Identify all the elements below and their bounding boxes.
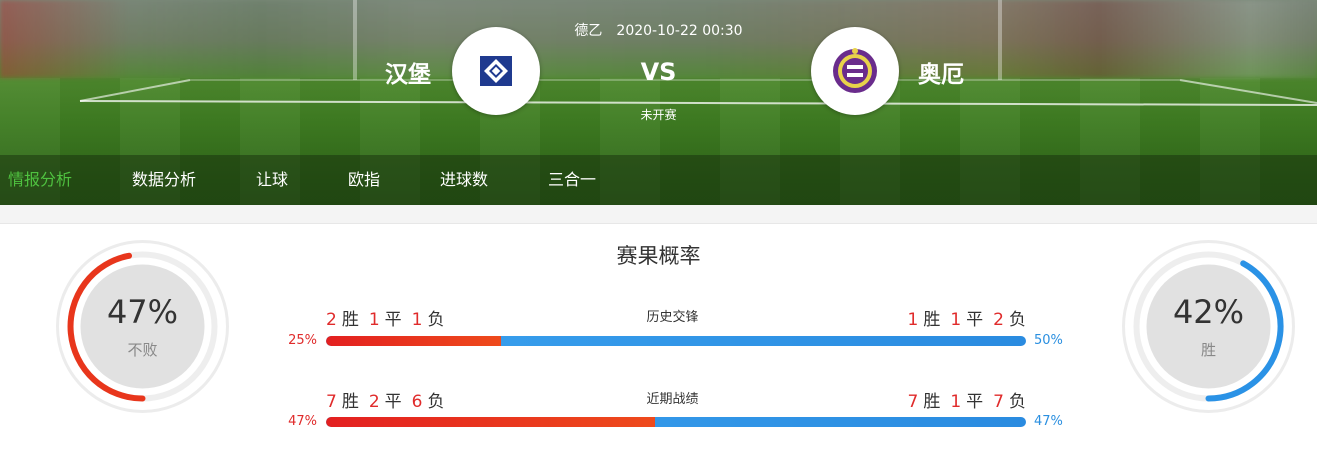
loss-word: 负	[427, 310, 445, 330]
home-gauge-label: 不败	[127, 341, 158, 359]
home-h2h-draws: 1	[368, 310, 380, 330]
loss-word: 负	[1009, 310, 1026, 330]
tab-three-in-one[interactable]: 三合一	[548, 155, 596, 205]
draw-word: 平	[966, 310, 984, 330]
home-h2h-losses: 1	[411, 310, 423, 330]
away-h2h-pct: 50%	[1034, 333, 1063, 348]
draw-word: 平	[384, 392, 402, 412]
home-h2h-record: 2胜1平1负	[326, 305, 444, 330]
home-probability-gauge: 47% 不败	[55, 239, 230, 414]
away-team-name[interactable]: 奥厄	[918, 55, 964, 89]
match-datetime: 2020-10-22 00:30	[616, 23, 743, 39]
away-recent-record: 7胜1平7负	[908, 387, 1026, 412]
away-team-logo[interactable]	[811, 27, 899, 115]
away-h2h-record: 1胜1平2负	[908, 305, 1026, 330]
away-gauge-value: 42%	[1172, 293, 1245, 331]
tab-euro-odds[interactable]: 欧指	[348, 155, 380, 205]
win-word: 胜	[923, 392, 941, 412]
home-recent-pct: 47%	[288, 414, 317, 429]
tab-goals[interactable]: 进球数	[440, 155, 488, 205]
recent-bar	[326, 417, 1026, 427]
away-h2h-wins: 1	[907, 310, 919, 330]
home-recent-losses: 6	[411, 392, 423, 412]
loss-word: 负	[427, 392, 445, 412]
tab-intel-analysis[interactable]: 情报分析	[8, 155, 72, 205]
home-recent-record: 7胜2平6负	[326, 387, 444, 412]
league-name: 德乙	[574, 23, 603, 39]
home-gauge-value: 47%	[106, 293, 179, 331]
away-probability-gauge: 42% 胜	[1121, 239, 1296, 414]
win-word: 胜	[341, 392, 359, 412]
draw-word: 平	[384, 310, 402, 330]
h2h-bar	[326, 336, 1026, 346]
tab-data-analysis[interactable]: 数据分析	[132, 155, 196, 205]
row-title-h2h: 历史交锋	[646, 310, 699, 325]
home-recent-wins: 7	[326, 392, 337, 412]
h2h-bar-home-fill	[326, 336, 501, 346]
vs-label: VS	[640, 58, 677, 86]
match-status: 未开赛	[640, 108, 677, 122]
away-gauge-label: 胜	[1200, 341, 1216, 359]
match-header: 德乙 2020-10-22 00:30 汉堡 VS 未开赛 奥厄 情报分析 数据分…	[0, 0, 1317, 205]
away-recent-wins: 7	[907, 392, 919, 412]
home-h2h-wins: 2	[326, 310, 337, 330]
win-word: 胜	[341, 310, 359, 330]
section-divider	[0, 205, 1317, 224]
home-h2h-pct: 25%	[288, 333, 317, 348]
tab-bar	[0, 155, 1317, 205]
away-recent-pct: 47%	[1034, 414, 1063, 429]
recent-bar-home-fill	[326, 417, 655, 427]
match-info: 德乙 2020-10-22 00:30	[0, 20, 1317, 40]
away-h2h-losses: 2	[993, 310, 1004, 330]
row-title-recent: 近期战绩	[646, 392, 699, 407]
aue-crest-icon	[833, 48, 877, 93]
draw-word: 平	[966, 392, 984, 412]
home-recent-draws: 2	[368, 392, 380, 412]
away-h2h-draws: 1	[950, 310, 962, 330]
win-word: 胜	[923, 310, 941, 330]
away-recent-losses: 7	[993, 392, 1004, 412]
away-recent-draws: 1	[950, 392, 962, 412]
loss-word: 负	[1009, 392, 1026, 412]
tab-handicap[interactable]: 让球	[256, 155, 288, 205]
